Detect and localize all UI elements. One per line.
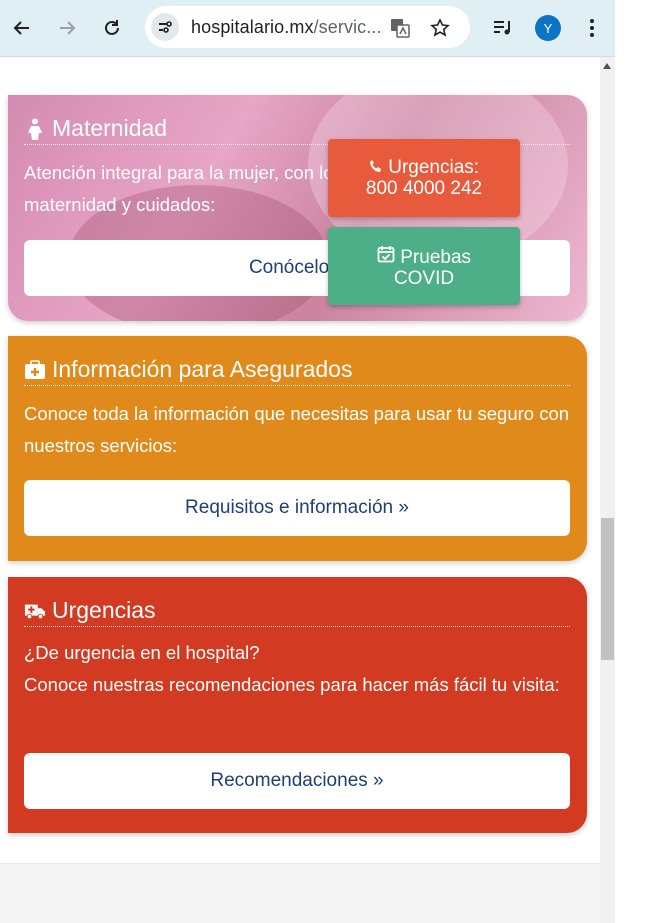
browser-toolbar: hospitalario.mx/servic... Y bbox=[0, 0, 615, 57]
card-title: Urgencias bbox=[24, 597, 570, 627]
pruebas-covid-button[interactable]: Pruebas COVID bbox=[328, 227, 520, 305]
back-icon[interactable] bbox=[8, 14, 36, 42]
reload-icon[interactable] bbox=[98, 14, 126, 42]
bookmark-star-icon[interactable] bbox=[426, 14, 454, 42]
forward-icon[interactable] bbox=[53, 14, 81, 42]
urgencias-label: Urgencias: bbox=[388, 157, 480, 178]
card-title-text: Maternidad bbox=[52, 115, 168, 141]
urgencias-phone-button[interactable]: Urgencias: 800 4000 242 bbox=[328, 139, 520, 217]
profile-avatar[interactable]: Y bbox=[535, 15, 561, 41]
url-text: hospitalario.mx/servic... bbox=[191, 17, 382, 38]
site-info-icon[interactable] bbox=[151, 13, 179, 41]
calendar-check-icon bbox=[377, 246, 400, 268]
urgencias-label-row: Urgencias: bbox=[328, 157, 520, 178]
address-bar[interactable]: hospitalario.mx/servic... bbox=[145, 6, 470, 48]
translate-icon[interactable] bbox=[386, 14, 414, 42]
window-gutter bbox=[615, 0, 646, 923]
more-menu-icon[interactable] bbox=[578, 14, 606, 42]
card-asegurados: Información para Asegurados Conoce toda … bbox=[8, 336, 587, 561]
card-title: Información para Asegurados bbox=[24, 356, 570, 386]
page-scrollbar[interactable] bbox=[600, 57, 615, 923]
media-control-icon[interactable] bbox=[489, 14, 517, 42]
page-content: Maternidad Atención integral para la muj… bbox=[0, 57, 600, 923]
scroll-up-arrow-icon[interactable] bbox=[603, 63, 611, 69]
card-title-text: Información para Asegurados bbox=[52, 356, 353, 382]
recomendaciones-button[interactable]: Recomendaciones » bbox=[24, 753, 570, 809]
card-description: Conoce toda la información que necesitas… bbox=[24, 403, 570, 456]
requisitos-button[interactable]: Requisitos e información » bbox=[24, 480, 570, 536]
phone-icon bbox=[369, 157, 388, 178]
covid-label-line1: Pruebas bbox=[400, 247, 472, 268]
card-description-line1: ¿De urgencia en el hospital? bbox=[24, 642, 260, 663]
female-icon bbox=[24, 118, 46, 140]
card-urgencias: Urgencias ¿De urgencia en el hospital? C… bbox=[8, 577, 587, 833]
url-path: /servic... bbox=[313, 17, 382, 37]
footer-band bbox=[0, 863, 600, 923]
scrollbar-thumb[interactable] bbox=[601, 518, 614, 660]
card-description-line2: Conoce nuestras recomendaciones para hac… bbox=[24, 674, 560, 695]
covid-label-line2: COVID bbox=[393, 268, 455, 289]
medkit-icon bbox=[24, 359, 46, 381]
urgencias-phone: 800 4000 242 bbox=[365, 178, 483, 199]
card-title-text: Urgencias bbox=[52, 597, 156, 623]
url-host: hospitalario.mx bbox=[191, 17, 314, 37]
ambulance-icon bbox=[24, 600, 46, 622]
covid-label-row: Pruebas bbox=[328, 245, 520, 268]
